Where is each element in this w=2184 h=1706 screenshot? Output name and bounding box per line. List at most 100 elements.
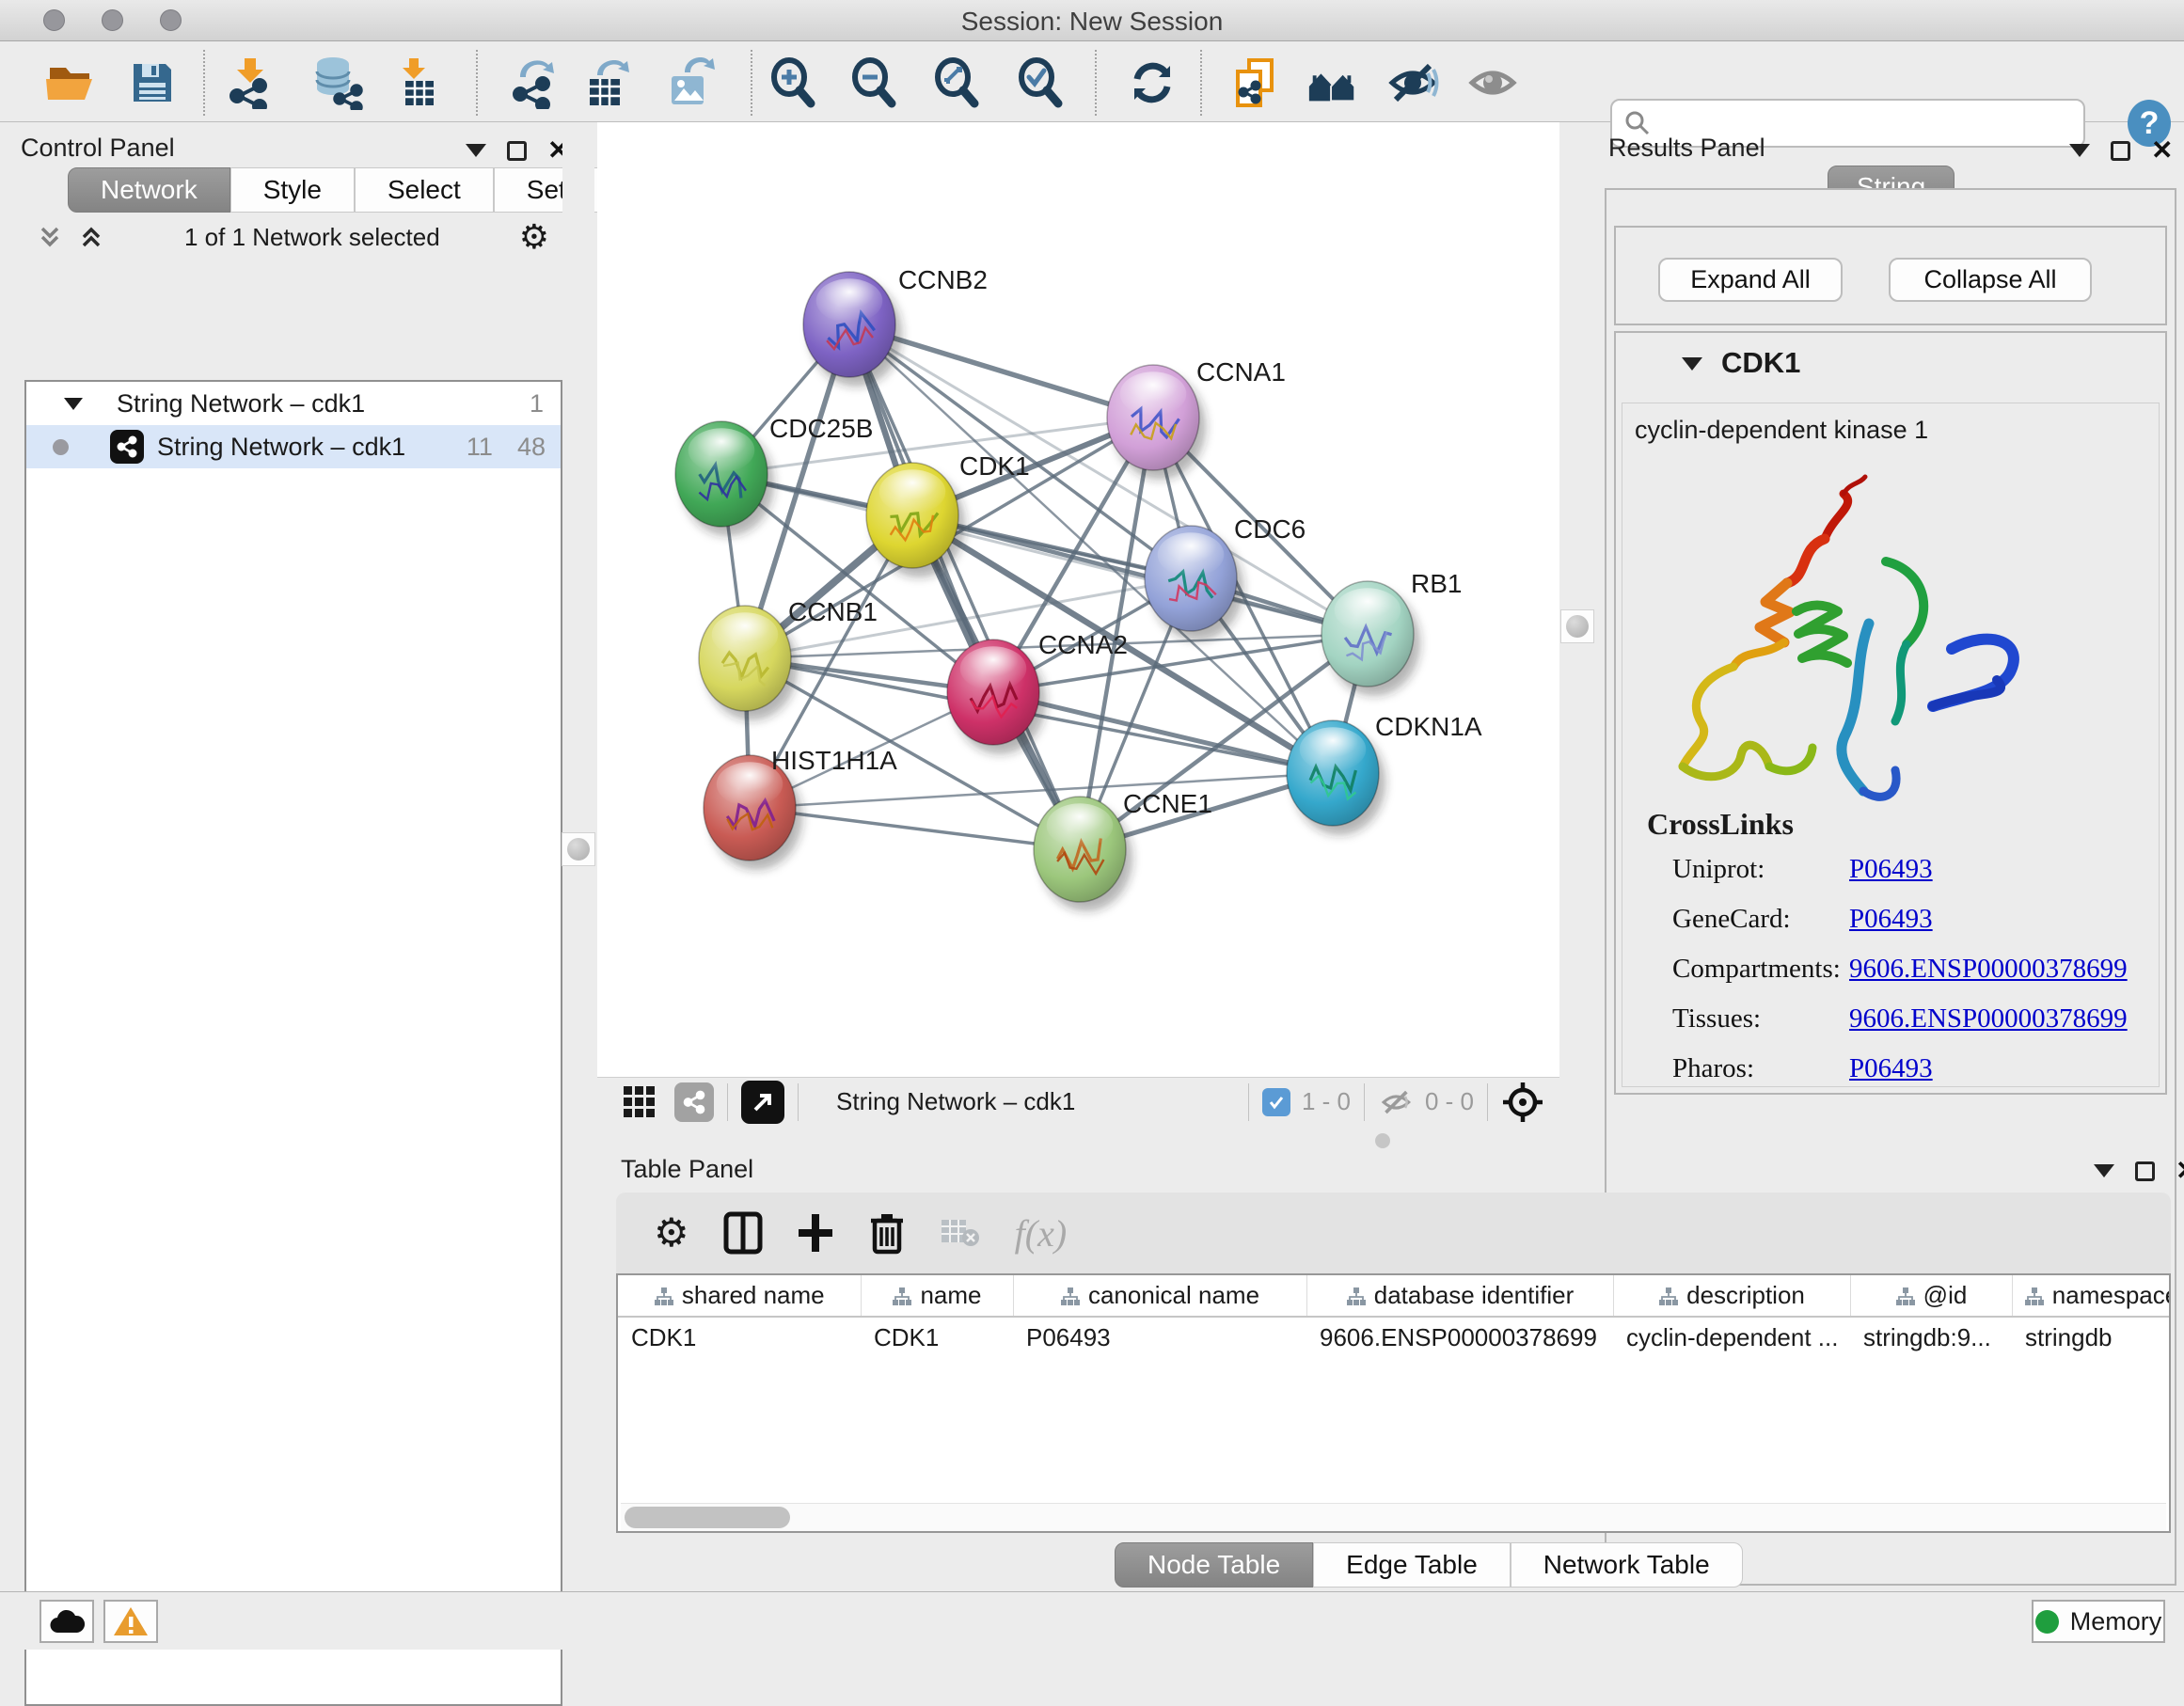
table-cell[interactable]: CDK1 [618, 1317, 861, 1358]
network-node-CCNE1[interactable]: CCNE1 [1034, 789, 1212, 911]
tab-style[interactable]: Style [230, 167, 355, 213]
right-splitter-handle[interactable] [1560, 609, 1594, 643]
grid-view-icon[interactable] [622, 1084, 657, 1120]
tab-node-table[interactable]: Node Table [1115, 1542, 1313, 1588]
network-row[interactable]: String Network – cdk1 11 48 [26, 425, 561, 468]
import-network-icon [224, 56, 277, 109]
create-column-icon[interactable] [797, 1212, 834, 1254]
new-network-from-selection-button[interactable] [1227, 55, 1282, 110]
network-type-icon [110, 430, 144, 464]
crosslink-link[interactable]: 9606.ENSP00000378699 [1849, 954, 2128, 985]
show-all-button[interactable] [1466, 55, 1521, 110]
show-columns-icon[interactable] [723, 1211, 763, 1255]
zoom-selected-icon [1014, 56, 1067, 109]
hide-selected-button[interactable] [1386, 55, 1441, 110]
toolbar-separator [1200, 50, 1202, 116]
refresh-layout-button[interactable] [1125, 55, 1179, 110]
table-settings-gear-icon[interactable]: ⚙ [654, 1213, 689, 1253]
open-in-new-window-button[interactable] [741, 1081, 784, 1124]
node-table[interactable]: shared namenamecanonical namedatabase id… [616, 1273, 2171, 1533]
export-table-button[interactable] [578, 55, 632, 110]
import-table-button[interactable] [391, 55, 446, 110]
table-tabs: Node TableEdge TableNetwork Table [1115, 1542, 1743, 1588]
zoom-fit-button[interactable] [929, 55, 984, 110]
network-node-CCNB1[interactable]: CCNB1 [699, 597, 878, 720]
collection-expand-icon[interactable] [64, 398, 83, 410]
table-header-shared-name[interactable]: shared name [618, 1275, 861, 1317]
birds-eye-toggle-icon[interactable] [1501, 1081, 1544, 1124]
table-hscrollbar-thumb[interactable] [625, 1507, 790, 1528]
table-cell[interactable]: 9606.ENSP00000378699 [1306, 1317, 1613, 1358]
crosslink-link[interactable]: 9606.ENSP00000378699 [1849, 1003, 2128, 1035]
tab-network[interactable]: Network [68, 167, 230, 213]
crosslink-row: Pharos:P06493 [1672, 1053, 2161, 1084]
float-panel-icon[interactable] [507, 141, 527, 161]
export-image-icon [662, 55, 717, 110]
import-network-button[interactable] [223, 55, 277, 110]
network-collection-row[interactable]: String Network – cdk1 1 [26, 382, 561, 425]
tab-network-table[interactable]: Network Table [1511, 1542, 1743, 1588]
warnings-button[interactable] [103, 1600, 158, 1643]
table-hscrollbar[interactable] [621, 1503, 2166, 1531]
table-header--id[interactable]: @id [1850, 1275, 2012, 1317]
bottom-splitter-handle[interactable] [1375, 1133, 1390, 1148]
tab-select[interactable]: Select [355, 167, 494, 213]
network-graph[interactable]: CCNB2CCNA1CDC25BCDK1CDC6RB1CCNB1CCNA2CDK… [597, 122, 1559, 1077]
status-bar: Memory [0, 1591, 2184, 1650]
table-cell[interactable]: cyclin-dependent ... [1613, 1317, 1850, 1358]
collapse-all-networks-icon[interactable] [36, 223, 64, 251]
node-section-name: CDK1 [1721, 346, 1800, 380]
table-header-name[interactable]: name [861, 1275, 1013, 1317]
crosslink-link[interactable]: P06493 [1849, 904, 1933, 935]
protein-structure-image [1651, 456, 2046, 818]
table-header-canonical-name[interactable]: canonical name [1013, 1275, 1306, 1317]
collapse-panel-icon[interactable] [2094, 1164, 2114, 1177]
network-node-CDC6[interactable]: CDC6 [1145, 514, 1306, 640]
zoom-out-button[interactable] [847, 55, 901, 110]
table-header-label: @id [1923, 1281, 1968, 1309]
table-cell[interactable]: stringdb [2012, 1317, 2171, 1358]
zoom-selected-button[interactable] [1013, 55, 1068, 110]
left-splitter-handle[interactable] [562, 832, 595, 866]
float-panel-icon[interactable] [2111, 141, 2130, 161]
expand-all-button[interactable]: Expand All [1658, 258, 1843, 302]
node-section-expand-icon[interactable] [1682, 357, 1702, 371]
first-neighbors-button[interactable] [1306, 55, 1360, 110]
crosslink-link[interactable]: P06493 [1849, 854, 1933, 885]
eye-slash-icon [1386, 56, 1441, 109]
network-node-RB1[interactable]: RB1 [1321, 569, 1462, 696]
expand-all-networks-icon[interactable] [77, 223, 105, 251]
memory-button[interactable]: Memory [2032, 1600, 2165, 1643]
network-node-CDKN1A[interactable]: CDKN1A [1287, 712, 1482, 835]
network-node-HIST1H1A[interactable]: HIST1H1A [704, 746, 897, 870]
database-icon [309, 55, 363, 110]
import-network-from-database-button[interactable] [309, 55, 363, 110]
table-header-description[interactable]: description [1613, 1275, 1850, 1317]
export-image-button[interactable] [662, 55, 717, 110]
close-panel-icon[interactable]: ✕ [2176, 1158, 2184, 1184]
crosslink-link[interactable]: P06493 [1849, 1053, 1933, 1084]
collapse-panel-icon[interactable] [2069, 144, 2090, 157]
table-cell[interactable]: CDK1 [861, 1317, 1013, 1358]
network-type-badge[interactable] [674, 1082, 714, 1122]
save-session-button[interactable] [125, 55, 180, 110]
table-cell[interactable]: P06493 [1013, 1317, 1306, 1358]
delete-column-icon[interactable] [868, 1211, 906, 1255]
selected-checkbox-icon[interactable] [1262, 1088, 1290, 1116]
export-network-button[interactable] [506, 55, 561, 110]
cloud-status-button[interactable] [40, 1600, 94, 1643]
tab-edge-table[interactable]: Edge Table [1313, 1542, 1511, 1588]
collapse-panel-icon[interactable] [466, 144, 486, 157]
float-panel-icon[interactable] [2135, 1161, 2155, 1181]
table-cell[interactable]: stringdb:9... [1850, 1317, 2012, 1358]
network-node-CDK1[interactable]: CDK1 [866, 451, 1030, 577]
table-header-namespace[interactable]: namespace [2012, 1275, 2171, 1317]
zoom-in-button[interactable] [766, 55, 820, 110]
table-row[interactable]: CDK1CDK1P064939606.ENSP00000378699cyclin… [618, 1317, 2171, 1358]
close-panel-icon[interactable]: ✕ [2151, 137, 2173, 164]
network-canvas[interactable]: CCNB2CCNA1CDC25BCDK1CDC6RB1CCNB1CCNA2CDK… [597, 122, 1559, 1077]
collapse-all-button[interactable]: Collapse All [1889, 258, 2092, 302]
open-session-button[interactable] [42, 55, 97, 110]
table-header-database-identifier[interactable]: database identifier [1306, 1275, 1613, 1317]
network-options-gear-icon[interactable]: ⚙ [519, 220, 549, 254]
